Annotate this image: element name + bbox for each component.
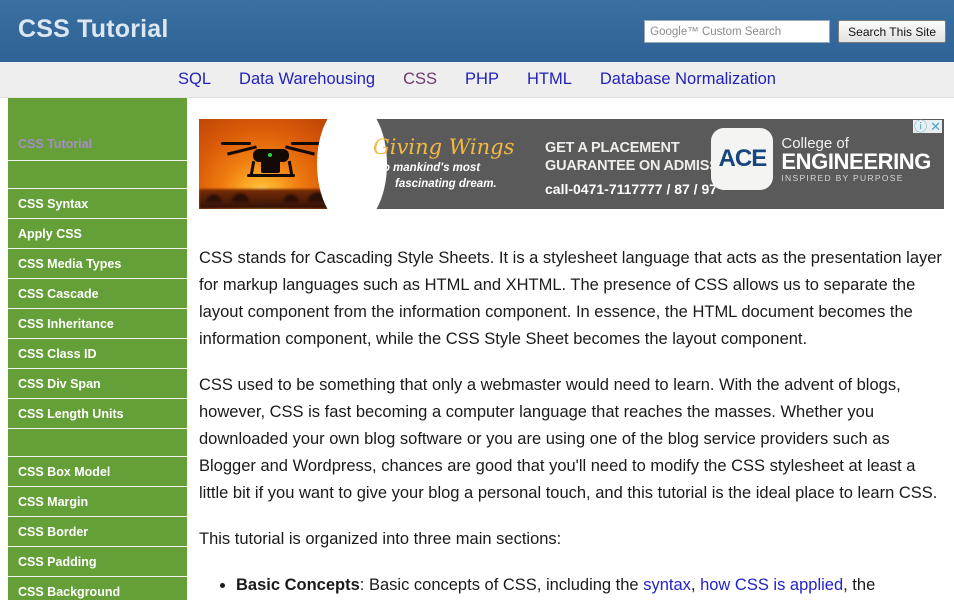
ad-close-icon[interactable]: ✕ [930,120,941,133]
article-paragraph-3: This tutorial is organized into three ma… [199,530,562,548]
article-list: Basic Concepts: Basic concepts of CSS, i… [199,572,949,599]
sidebar-item-css-margin[interactable]: CSS Margin [8,487,187,517]
sidebar-item-css-background[interactable]: CSS Background [8,577,187,600]
sidebar-navigation: CSS Tutorial CSS Syntax Apply CSS CSS Me… [8,98,187,600]
list-item: Basic Concepts: Basic concepts of CSS, i… [236,572,949,599]
list-item-term: Basic Concepts [236,576,360,594]
sidebar-item-css-length-units[interactable]: CSS Length Units [8,399,187,429]
sidebar-item-css-cascade[interactable]: CSS Cascade [8,279,187,309]
drone-icon [221,137,321,179]
ad-phone-number: call-0471-7117777 / 87 / 97 [545,181,718,197]
main-navigation: SQL Data Warehousing CSS PHP HTML Databa… [0,62,954,98]
sidebar-item-css-media-types[interactable]: CSS Media Types [8,249,187,279]
nav-item-sql[interactable]: SQL [178,70,211,89]
article-body: CSS stands for Cascading Style Sheets. I… [199,245,949,599]
ad-controls: ⓘ ✕ [913,120,942,133]
sidebar-item-css-inheritance[interactable]: CSS Inheritance [8,309,187,339]
nav-item-html[interactable]: HTML [527,70,572,89]
link-how-css-is-applied[interactable]: how CSS is applied [700,576,843,594]
sidebar-item-css-box-model[interactable]: CSS Box Model [8,457,187,487]
ad-subline-2: fascinating dream. [395,178,497,190]
site-title: CSS Tutorial [18,15,169,43]
search-this-site-button[interactable]: Search This Site [838,20,946,43]
ad-logo-line-2: ENGINEERING [781,149,931,175]
search-area: Search This Site [644,20,946,43]
sidebar-spacer [8,161,187,189]
ad-logo-badge: ACE [711,128,774,190]
advertisement-banner[interactable]: Giving Wings to mankind's most fascinati… [199,119,944,209]
link-syntax[interactable]: syntax [643,576,691,594]
main-content: Giving Wings to mankind's most fascinati… [199,98,949,599]
nav-item-data-warehousing[interactable]: Data Warehousing [239,70,375,89]
ad-script-text: Giving Wings [373,135,515,159]
sidebar-item-css-border[interactable]: CSS Border [8,517,187,547]
sidebar-item-css-tutorial[interactable]: CSS Tutorial [8,98,187,161]
ad-logo: ACE College of ENGINEERING INSPIRED BY P… [711,128,931,190]
article-paragraph-2: CSS used to be something that only a web… [199,376,938,502]
ad-headline-1: GET A PLACEMENT [545,140,680,156]
nav-item-database-normalization[interactable]: Database Normalization [600,70,776,89]
sidebar-item-css-div-span[interactable]: CSS Div Span [8,369,187,399]
sidebar-item-css-padding[interactable]: CSS Padding [8,547,187,577]
search-input[interactable] [644,20,831,43]
page-body: CSS Tutorial CSS Syntax Apply CSS CSS Me… [0,98,954,600]
list-item-text-after: , the [843,576,876,594]
sidebar-spacer [8,429,187,457]
adchoices-info-icon[interactable]: ⓘ [914,120,927,133]
sidebar-item-apply-css[interactable]: Apply CSS [8,219,187,249]
sidebar-item-css-class-id[interactable]: CSS Class ID [8,339,187,369]
ad-logo-text: College of ENGINEERING INSPIRED BY PURPO… [781,135,931,183]
nav-item-css[interactable]: CSS [403,70,437,89]
ad-logo-line-3: INSPIRED BY PURPOSE [781,172,904,183]
list-item-text-before: : Basic concepts of CSS, including the [359,576,644,594]
ad-body: Giving Wings to mankind's most fascinati… [359,119,944,209]
sidebar-item-css-syntax[interactable]: CSS Syntax [8,189,187,219]
ad-subline-1: to mankind's most [379,162,481,174]
site-header: CSS Tutorial Search This Site [0,0,954,62]
nav-item-php[interactable]: PHP [465,70,499,89]
list-item-separator: , [690,576,701,594]
article-paragraph-1: CSS stands for Cascading Style Sheets. I… [199,249,942,348]
